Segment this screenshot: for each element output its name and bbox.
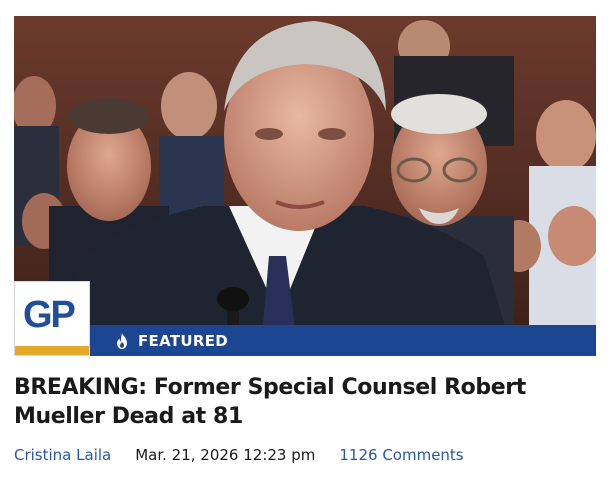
site-logo[interactable]: GP	[14, 281, 90, 356]
author-link[interactable]: Cristina Laila	[14, 446, 111, 464]
article-headline[interactable]: BREAKING: Former Special Counsel Robert …	[14, 373, 594, 431]
post-date: Mar. 21, 2026 12:23 pm	[135, 446, 316, 464]
featured-image[interactable]	[14, 16, 596, 356]
comments-link[interactable]: 1126 Comments	[339, 446, 463, 464]
article-meta: Cristina Laila Mar. 21, 2026 12:23 pm 11…	[14, 446, 464, 464]
logo-text: GP	[23, 294, 76, 336]
flame-icon	[117, 332, 127, 349]
logo-accent-bar	[15, 346, 89, 355]
hearing-photo	[14, 16, 596, 356]
featured-label: FEATURED	[138, 331, 228, 350]
featured-banner: FEATURED	[90, 325, 596, 356]
